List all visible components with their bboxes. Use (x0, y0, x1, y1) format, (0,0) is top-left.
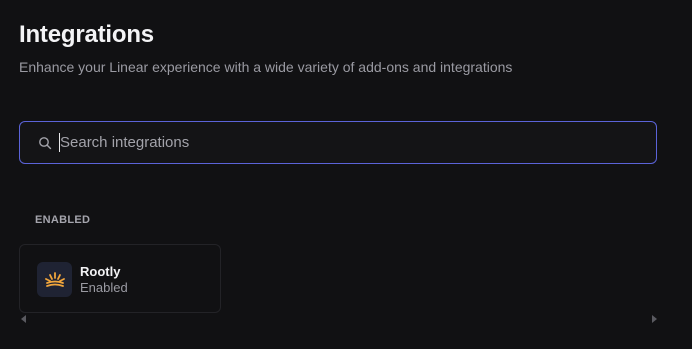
search-box[interactable] (19, 121, 657, 164)
integration-status: Enabled (80, 280, 128, 295)
page-title: Integrations (19, 21, 154, 48)
integration-name: Rootly (80, 264, 121, 279)
search-icon (39, 137, 52, 150)
integration-card-rootly[interactable]: Rootly Enabled (19, 244, 221, 313)
integrations-page: Integrations Enhance your Linear experie… (0, 0, 692, 349)
section-label-enabled: ENABLED (35, 214, 91, 226)
rootly-logo-icon (37, 262, 72, 297)
scroll-left-arrow-icon[interactable] (21, 315, 26, 323)
search-input[interactable] (60, 122, 640, 163)
page-subtitle: Enhance your Linear experience with a wi… (19, 59, 513, 75)
text-caret (59, 133, 60, 152)
scroll-right-arrow-icon[interactable] (652, 315, 657, 323)
